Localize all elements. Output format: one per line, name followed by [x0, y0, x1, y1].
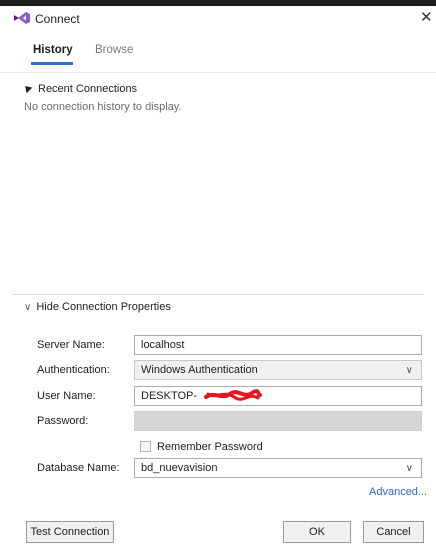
hide-connection-properties-toggle[interactable]: ∨ Hide Connection Properties [24, 301, 171, 313]
password-input[interactable] [134, 411, 422, 431]
database-name-value: bd_nuevavision [141, 462, 218, 474]
empty-history-message: No connection history to display. [24, 101, 182, 113]
authentication-dropdown[interactable]: Windows Authentication ∨ [134, 360, 422, 380]
server-name-input[interactable]: localhost [134, 335, 422, 355]
dropdown-caret-icon: ∨ [405, 463, 413, 474]
visual-studio-logo-icon [14, 12, 30, 24]
window-title: Connect [35, 12, 80, 26]
advanced-link[interactable]: Advanced... [369, 486, 427, 498]
tab-history[interactable]: History [33, 44, 73, 56]
authentication-label: Authentication: [37, 364, 110, 376]
triangle-down-icon [22, 83, 33, 94]
tabs-divider [0, 72, 436, 73]
active-tab-indicator [31, 62, 73, 65]
recent-connections-header[interactable]: Recent Connections [22, 83, 138, 95]
dropdown-caret-icon: ∨ [405, 365, 413, 376]
user-name-label: User Name: [37, 390, 96, 402]
tab-browse[interactable]: Browse [95, 44, 133, 56]
server-name-label: Server Name: [37, 339, 105, 351]
database-name-label: Database Name: [37, 462, 120, 474]
recent-connections-label: Recent Connections [38, 83, 138, 95]
ok-button[interactable]: OK [283, 521, 351, 543]
authentication-value: Windows Authentication [141, 364, 258, 376]
user-name-value: DESKTOP- [141, 390, 198, 402]
test-connection-button[interactable]: Test Connection [26, 521, 114, 543]
hide-connection-properties-label: Hide Connection Properties [36, 301, 171, 313]
server-name-value: localhost [141, 339, 185, 351]
user-name-input[interactable]: DESKTOP- [134, 386, 422, 406]
chevron-down-icon: ∨ [24, 302, 32, 313]
remember-password-checkbox[interactable] [140, 441, 151, 452]
password-label: Password: [37, 415, 89, 427]
remember-password-label: Remember Password [157, 441, 263, 453]
redaction-scribble [204, 389, 262, 401]
close-icon[interactable]: ✕ [420, 10, 433, 25]
section-divider [12, 294, 424, 295]
database-name-dropdown[interactable]: bd_nuevavision ∨ [134, 458, 422, 478]
cancel-button[interactable]: Cancel [363, 521, 424, 543]
